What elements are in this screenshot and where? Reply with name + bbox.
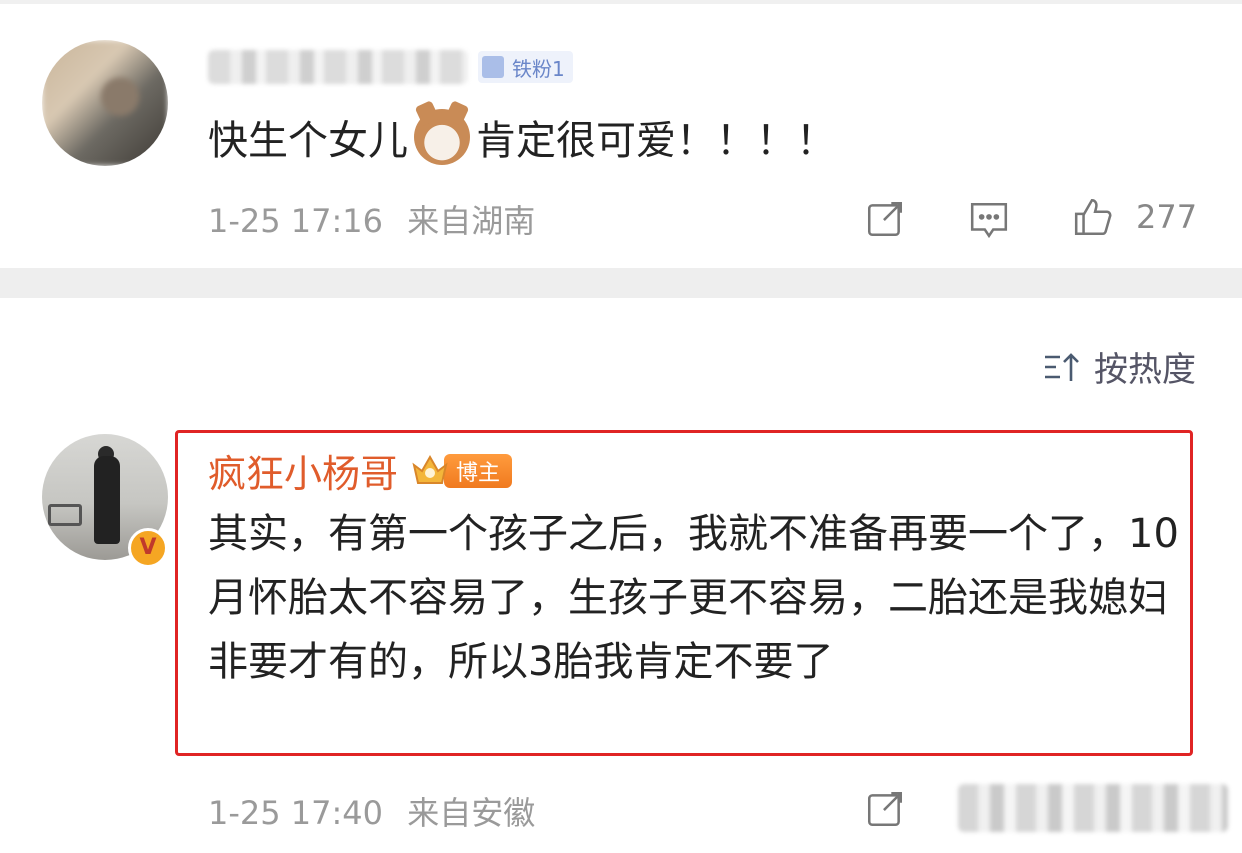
section-divider xyxy=(0,268,1242,298)
comment-text-part: 肯定很可爱！！！！ xyxy=(476,118,836,164)
fan-badge-label: 铁粉1 xyxy=(512,56,565,81)
comment-button[interactable] xyxy=(966,196,1012,242)
comment-text-part: 快生个女儿 xyxy=(208,118,408,164)
share-button[interactable] xyxy=(862,196,908,242)
comment-location: 来自安徽 xyxy=(407,794,536,832)
comment-text: 快生个女儿 肯定很可爱！！！！ xyxy=(208,108,836,166)
share-icon xyxy=(862,786,908,832)
fan-badge-icon xyxy=(482,56,504,78)
comment-meta: 1-25 17:40 来自安徽 xyxy=(208,788,535,834)
like-count: 277 xyxy=(1136,198,1198,236)
like-button[interactable]: 277 xyxy=(1070,194,1197,240)
comment-location: 来自湖南 xyxy=(407,202,536,240)
comment-header: 铁粉1 xyxy=(208,50,573,84)
comment-icon xyxy=(966,196,1012,242)
avatar-cart-shape xyxy=(48,504,82,526)
blurred-username[interactable] xyxy=(208,50,468,84)
blurred-actions xyxy=(958,784,1228,832)
blurred-avatar-image xyxy=(42,40,168,166)
thumbs-up-icon xyxy=(1070,194,1116,240)
verified-badge-icon: V xyxy=(128,528,168,568)
sort-icon xyxy=(1045,352,1079,381)
share-icon xyxy=(862,196,908,242)
comment-time: 1-25 17:16 xyxy=(208,202,384,240)
fan-badge[interactable]: 铁粉1 xyxy=(478,51,573,83)
avatar-person xyxy=(94,456,120,544)
comment-item: 铁粉1 快生个女儿 肯定很可爱！！！！ 1-25 17:16 来自湖南 277 xyxy=(0,0,1242,268)
sort-by-heat-button[interactable]: 按热度 xyxy=(1042,342,1196,391)
avatar[interactable] xyxy=(42,40,168,166)
comment-meta: 1-25 17:16 来自湖南 xyxy=(208,196,535,242)
share-button[interactable] xyxy=(862,786,908,832)
comment-time: 1-25 17:40 xyxy=(208,794,384,832)
sort-label: 按热度 xyxy=(1094,350,1196,390)
cat-emoji-icon xyxy=(414,109,470,165)
highlight-frame xyxy=(175,430,1193,756)
